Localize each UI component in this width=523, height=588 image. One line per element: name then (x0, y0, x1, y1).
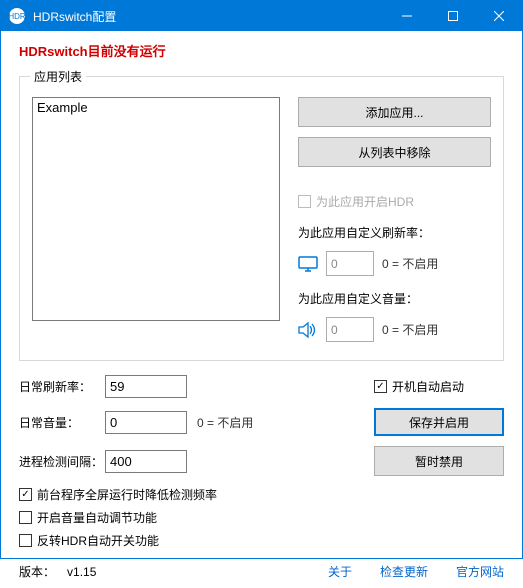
interval-label: 进程检测间隔： (19, 453, 105, 470)
disable-button[interactable]: 暂时禁用 (374, 446, 504, 476)
about-link[interactable]: 关于 (328, 563, 352, 580)
app-icon: HDR (9, 8, 25, 24)
close-button[interactable] (476, 1, 522, 31)
autostart-label: 开机自动启动 (392, 378, 464, 395)
interval-input[interactable] (105, 450, 187, 473)
version-value: v1.15 (67, 565, 96, 579)
c3-label: 反转HDR自动开关功能 (37, 532, 159, 549)
daily-volume-input[interactable] (105, 411, 187, 434)
save-button[interactable]: 保存并启用 (374, 408, 504, 436)
enable-hdr-checkbox: 为此应用开启HDR (298, 193, 491, 210)
applist-fieldset: 应用列表 Example 添加应用... 从列表中移除 为此应用开启HDR 为此… (19, 68, 504, 361)
autostart-checkbox[interactable]: ✓ 开机自动启动 (374, 378, 504, 395)
daily-volume-hint: 0 = 不启用 (191, 414, 374, 431)
refresh-input[interactable] (326, 251, 374, 276)
add-app-button[interactable]: 添加应用... (298, 97, 491, 127)
daily-refresh-label: 日常刷新率： (19, 378, 105, 395)
minimize-button[interactable] (384, 1, 430, 31)
applist-legend: 应用列表 (30, 68, 86, 85)
app-listbox[interactable]: Example (32, 97, 280, 321)
site-link[interactable]: 官方网站 (456, 563, 504, 580)
status-text: HDRswitch目前没有运行 (19, 41, 504, 60)
volume-hint: 0 = 不启用 (382, 321, 438, 338)
list-item[interactable]: Example (37, 100, 275, 115)
daily-volume-label: 日常音量： (19, 414, 105, 431)
volume-auto-checkbox[interactable]: 开启音量自动调节功能 (19, 509, 504, 526)
version-label: 版本： (19, 563, 55, 580)
custom-refresh-label: 为此应用自定义刷新率： (298, 224, 491, 241)
remove-app-button[interactable]: 从列表中移除 (298, 137, 491, 167)
monitor-icon (298, 256, 318, 272)
maximize-button[interactable] (430, 1, 476, 31)
window-title: HDRswitch配置 (33, 8, 384, 25)
refresh-hint: 0 = 不启用 (382, 255, 438, 272)
c2-label: 开启音量自动调节功能 (37, 509, 157, 526)
c1-label: 前台程序全屏运行时降低检测频率 (37, 486, 217, 503)
speaker-icon (298, 321, 318, 339)
daily-refresh-input[interactable] (105, 375, 187, 398)
invert-hdr-checkbox[interactable]: 反转HDR自动开关功能 (19, 532, 504, 549)
titlebar: HDR HDRswitch配置 (1, 1, 522, 31)
volume-input[interactable] (326, 317, 374, 342)
fullscreen-checkbox[interactable]: ✓前台程序全屏运行时降低检测频率 (19, 486, 504, 503)
custom-volume-label: 为此应用自定义音量： (298, 290, 491, 307)
update-link[interactable]: 检查更新 (380, 563, 428, 580)
enable-hdr-label: 为此应用开启HDR (316, 193, 414, 210)
